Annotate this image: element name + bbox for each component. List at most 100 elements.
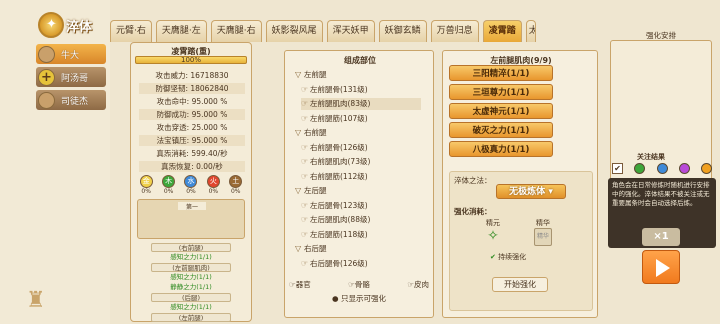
element-pct: 0% <box>163 188 174 195</box>
tab-part[interactable]: 太 <box>525 20 536 42</box>
organ-label: 右前腿肌肉(73级) <box>310 157 371 166</box>
stone-slot[interactable]: 第一 <box>137 199 245 239</box>
skill-button[interactable]: 八极真力(1/1) <box>449 141 553 157</box>
result-filter-green[interactable] <box>634 163 646 174</box>
tab-part[interactable]: 元臂·右 <box>110 20 152 42</box>
cost-label: 强化消耗： <box>454 207 492 216</box>
organ-item[interactable]: ☞ 左前腿筋(107级) <box>301 113 368 125</box>
element-pct: 0% <box>186 188 196 195</box>
tab-part-active[interactable]: 凌霄踏 <box>482 20 522 42</box>
start-enhance-button[interactable]: 开始强化 <box>492 277 548 292</box>
organ-item[interactable]: ☞ 左前腿骨(131级) <box>301 84 368 96</box>
legend-organ[interactable]: ☞器官 <box>289 279 311 290</box>
tab-part[interactable]: 天膺腿·右 <box>210 20 262 42</box>
hand-pointer-icon: ☞ <box>301 171 309 181</box>
organ-legend: ☞器官 ☞骨骼 ☞皮肉 <box>289 279 429 290</box>
stone-label: 第一 <box>178 202 206 211</box>
skill-button[interactable]: 太虚神元(1/1) <box>449 103 553 119</box>
filter-upgradable-toggle[interactable]: ● 只显示可强化 <box>289 293 429 304</box>
tab-part[interactable]: 浑天妖甲 <box>326 20 375 42</box>
skill-button[interactable]: 三垣尊力(1/1) <box>449 84 553 100</box>
play-button[interactable] <box>642 250 680 284</box>
character-name: 牛大 <box>61 50 80 61</box>
organ-item[interactable]: ☞ 左后腿骨(123级) <box>301 200 368 212</box>
organ-group[interactable]: ▽ 左后腿 <box>295 185 327 197</box>
organ-label: 右前腿骨(126级) <box>310 142 368 152</box>
organ-label: 左前腿骨(131级) <box>310 84 368 94</box>
character-tab-1[interactable]: 牛大 <box>36 44 106 64</box>
tab-part[interactable]: 万兽归息 <box>430 20 479 42</box>
skill-button[interactable]: 三阳精淬(1/1) <box>449 65 553 81</box>
organ-item[interactable]: ☞ 左后腿筋(118级) <box>301 229 368 241</box>
earth-icon: 土 <box>229 175 243 188</box>
stat-row: 防御坚韧: 18062840 <box>139 83 245 94</box>
element-affinities: 金 0% 木 0% 水 0% 火 0% 土 0% <box>135 175 247 197</box>
legend-bone[interactable]: ☞骨骼 <box>348 279 370 290</box>
tab-part[interactable]: 天膺腿·左 <box>155 20 207 42</box>
result-filter-blue[interactable] <box>656 163 668 174</box>
organ-group[interactable]: ▽ 左前腿 <box>295 69 327 81</box>
organ-icon: ☞ <box>289 280 296 289</box>
wood-icon: 木 <box>162 175 176 188</box>
spirit-label: 精华 <box>536 219 550 227</box>
element-fire: 火 0% <box>204 175 222 197</box>
element-pct: 0% <box>208 188 219 195</box>
organ-label: 左后腿骨(123级) <box>310 200 368 210</box>
legend-flesh[interactable]: ☞皮肉 <box>407 279 429 290</box>
spirit-icon[interactable]: 精华 <box>534 228 552 246</box>
result-filter-orange[interactable] <box>701 163 712 174</box>
status-badge: (右前腿) <box>151 243 231 252</box>
status-badge: (后腿) <box>151 293 231 302</box>
stat-row: 真炁消耗: 599.40/秒 <box>156 149 228 158</box>
organ-item[interactable]: ☞ 左后腿肌肉(88级) <box>301 214 370 226</box>
character-tab-2[interactable]: + 阿汤哥 <box>36 67 106 87</box>
schedule-panel: 强化安排 关注结果 ✔ 角色会在日常修炼时随机进行安排中的强化。淬体结果不被关注… <box>606 26 716 316</box>
organ-item[interactable]: ☞ 右前腿筋(112级) <box>301 171 368 183</box>
skill-button[interactable]: 破灭之力(1/1) <box>449 122 553 138</box>
hand-pointer-icon: ☞ <box>301 84 309 94</box>
character-tab-3[interactable]: 司徒杰 <box>36 90 106 110</box>
organ-label: 右后腿骨(126级) <box>310 258 368 268</box>
tab-part[interactable]: 妖御玄鳞 <box>378 20 427 42</box>
method-select[interactable]: 无极炼体 ▾ <box>496 184 566 199</box>
status-badge: (左前腿) <box>151 313 231 322</box>
status-badge: 静静之力(1/1) <box>170 283 212 291</box>
collapse-icon: ▽ <box>295 70 302 79</box>
collapse-icon: ▽ <box>295 128 302 137</box>
water-icon: 水 <box>184 175 198 188</box>
character-name: 阿汤哥 <box>61 73 89 84</box>
stat-panel: 凌霄踏(重) 100% 攻击威力: 16718830 防御坚韧: 1806284… <box>130 42 252 322</box>
organ-label: 右前腿筋(112级) <box>310 171 368 181</box>
organ-item[interactable]: ☞ 右前腿肌肉(73级) <box>301 156 370 168</box>
essence-icon[interactable]: ✧ <box>484 228 502 246</box>
tab-part[interactable]: 妖影裂风尾 <box>265 20 323 42</box>
result-filter-all[interactable]: ✔ <box>612 163 623 174</box>
element-wood: 木 0% <box>160 175 178 197</box>
hand-pointer-icon: ☞ <box>301 142 309 152</box>
multiplier-button[interactable]: ×1 <box>642 228 680 246</box>
stat-row: 法宝镇压: 95.000 % <box>139 135 245 146</box>
organ-group[interactable]: ▽ 右后腿 <box>295 243 327 255</box>
organ-item[interactable]: ☞ 左前腿肌肉(83级) <box>301 98 421 110</box>
tempering-method-box: 淬体之法： 无极炼体 ▾ 强化消耗： 精元 精华 ✧ 精华 ✔ 持续强化 开始强… <box>449 171 593 311</box>
result-title: 关注结果 <box>637 153 665 161</box>
element-water: 水 0% <box>182 175 200 197</box>
organ-group[interactable]: ▽ 右前腿 <box>295 127 327 139</box>
result-filters: ✔ <box>612 163 712 174</box>
organ-label: 左后腿 <box>304 186 327 195</box>
legend-label: 器官 <box>295 280 311 289</box>
organ-item[interactable]: ☞ 右前腿骨(126级) <box>301 142 368 154</box>
organ-item[interactable]: ☞ 右后腿骨(126级) <box>301 258 368 270</box>
chevron-down-icon: ▾ <box>548 187 553 197</box>
status-badge: 感知之力(1/1) <box>170 273 212 281</box>
hand-pointer-icon: ☞ <box>301 229 309 239</box>
legend-label: 骨骼 <box>354 280 370 289</box>
hand-pointer-icon: ☞ <box>301 99 309 108</box>
keep-enhancing-toggle[interactable]: ✔ 持续强化 <box>490 252 526 262</box>
bone-icon: ☞ <box>348 280 355 289</box>
method-value: 无极炼体 <box>509 187 546 197</box>
tower-decor-icon: ♜ <box>26 288 46 313</box>
result-filter-purple[interactable] <box>678 163 690 174</box>
status-badge: 感知之力(1/1) <box>170 253 212 261</box>
status-badge: 感知之力(1/1) <box>170 303 212 311</box>
